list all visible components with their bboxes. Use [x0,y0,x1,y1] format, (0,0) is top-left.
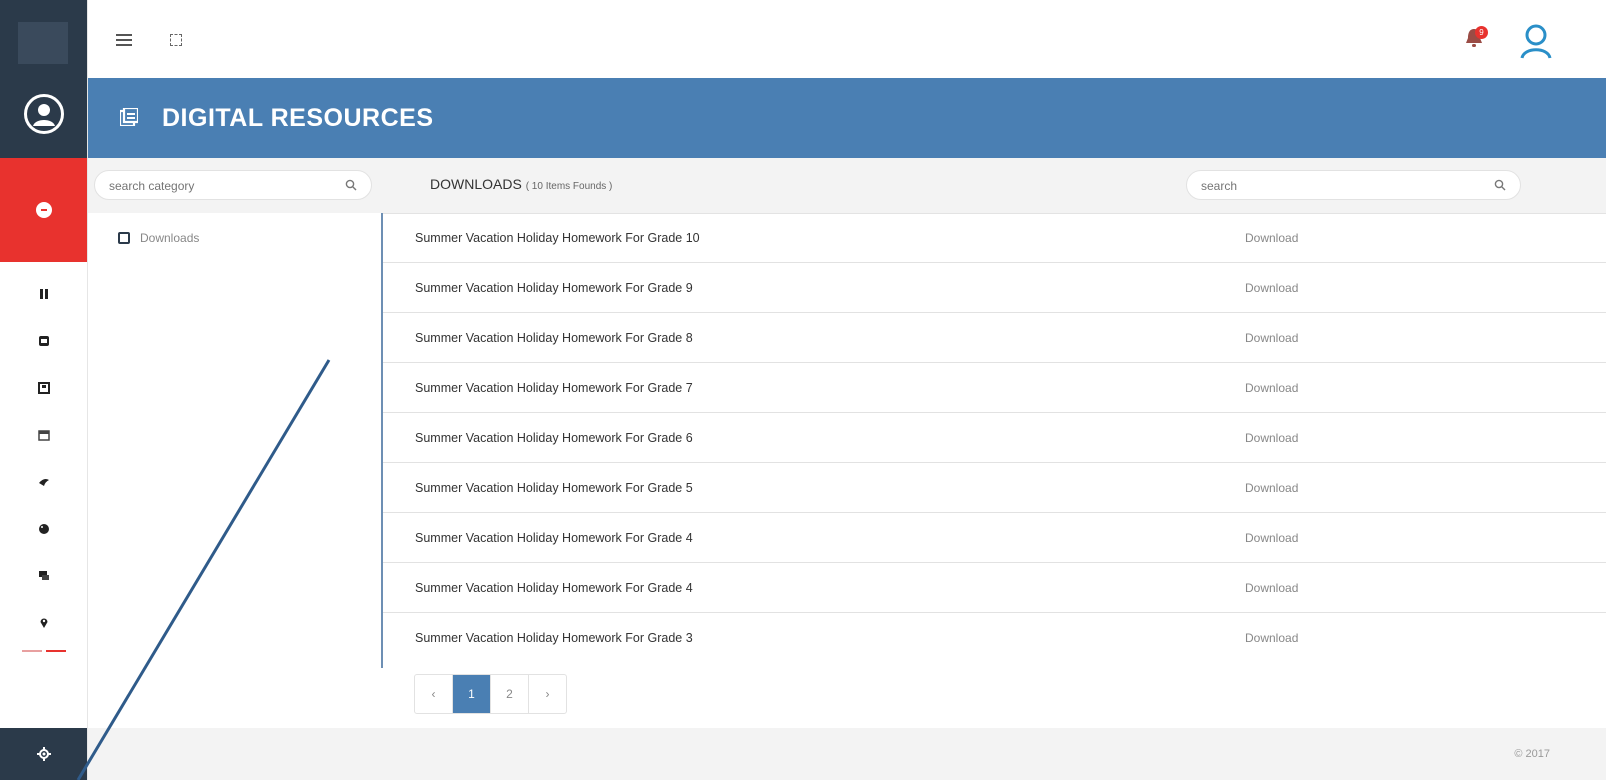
folder-icon [118,232,130,244]
pagination-next[interactable]: › [529,675,566,713]
resource-name: Summer Vacation Holiday Homework For Gra… [415,481,693,495]
download-link[interactable]: Download [1245,581,1298,595]
page-title: DIGITAL RESOURCES [162,104,434,132]
category-item-downloads[interactable]: Downloads [118,231,199,245]
content-toolbar: DOWNLOADS ( 10 Items Founds ) [88,158,1606,214]
table-row[interactable]: Summer Vacation Holiday Homework For Gra… [383,413,1606,463]
downloads-heading: DOWNLOADS ( 10 Items Founds ) [430,176,612,192]
resource-name: Summer Vacation Holiday Homework For Gra… [415,231,700,245]
table-row[interactable]: Summer Vacation Holiday Homework For Gra… [383,613,1606,662]
resource-name: Summer Vacation Holiday Homework For Gra… [415,381,693,395]
table-row[interactable]: Summer Vacation Holiday Homework For Gra… [383,513,1606,563]
downloads-count: ( 10 Items Founds ) [525,181,613,192]
location-icon[interactable] [0,599,87,646]
note-icon[interactable] [0,317,87,364]
settings-button[interactable] [0,728,87,780]
pagination: ‹ 1 2 › [414,674,567,714]
logout-button[interactable] [0,158,87,262]
sidebar-header [0,0,87,158]
resource-name: Summer Vacation Holiday Homework For Gra… [415,431,693,445]
resource-name: Summer Vacation Holiday Homework For Gra… [415,581,693,595]
fullscreen-icon[interactable] [170,34,182,46]
downloads-search-input[interactable] [1199,171,1483,201]
table-row[interactable]: Summer Vacation Holiday Homework For Gra… [383,313,1606,363]
pagination-page-1[interactable]: 1 [453,675,491,713]
sidebar-avatar[interactable] [24,94,64,134]
gear-icon [36,747,51,761]
calendar-icon[interactable] [0,411,87,458]
sidebar [0,0,87,780]
user-menu-button[interactable] [1518,22,1554,60]
user-profile-icon [1520,24,1552,59]
copyright-text: © 2017 [1514,748,1550,760]
library-icon [120,108,138,126]
downloads-list: Summer Vacation Holiday Homework For Gra… [383,213,1606,662]
download-link[interactable]: Download [1245,631,1298,645]
table-row[interactable]: Summer Vacation Holiday Homework For Gra… [383,363,1606,413]
download-link[interactable]: Download [1245,331,1298,345]
resource-name: Summer Vacation Holiday Homework For Gra… [415,531,693,545]
downloads-title: DOWNLOADS [430,176,522,192]
table-row[interactable]: Summer Vacation Holiday Homework For Gra… [383,213,1606,263]
page-banner: DIGITAL RESOURCES [88,78,1606,158]
search-icon[interactable] [345,179,357,191]
bird-icon[interactable] [0,458,87,505]
notifications-button[interactable]: 9 [1464,26,1488,52]
download-link[interactable]: Download [1245,281,1298,295]
resource-name: Summer Vacation Holiday Homework For Gra… [415,281,693,295]
category-panel: Downloads [88,213,383,668]
table-row[interactable]: Summer Vacation Holiday Homework For Gra… [383,563,1606,613]
category-item-label: Downloads [140,231,200,245]
book-icon[interactable] [0,364,87,411]
search-icon[interactable] [1494,179,1506,191]
pause-icon[interactable] [0,270,87,317]
pagination-prev[interactable]: ‹ [415,675,453,713]
menu-toggle-icon[interactable] [116,34,132,46]
sidebar-more-link[interactable] [0,646,87,655]
download-link[interactable]: Download [1245,481,1298,495]
chat-icon[interactable] [0,552,87,599]
category-search-input[interactable] [107,171,331,201]
download-link[interactable]: Download [1245,431,1298,445]
download-link[interactable]: Download [1245,381,1298,395]
top-header: 9 [88,0,1606,78]
notification-badge: 9 [1475,26,1488,39]
download-link[interactable]: Download [1245,231,1298,245]
page-footer: © 2017 [88,728,1606,780]
pagination-page-2[interactable]: 2 [491,675,529,713]
sidebar-menu [0,270,87,646]
palette-icon[interactable] [0,505,87,552]
resource-name: Summer Vacation Holiday Homework For Gra… [415,631,693,645]
user-avatar-icon [33,104,55,126]
table-row[interactable]: Summer Vacation Holiday Homework For Gra… [383,263,1606,313]
downloads-search [1186,170,1521,201]
power-icon [35,202,52,218]
category-search [94,170,372,201]
app-logo[interactable] [18,22,68,64]
resource-name: Summer Vacation Holiday Homework For Gra… [415,331,693,345]
download-link[interactable]: Download [1245,531,1298,545]
table-row[interactable]: Summer Vacation Holiday Homework For Gra… [383,463,1606,513]
